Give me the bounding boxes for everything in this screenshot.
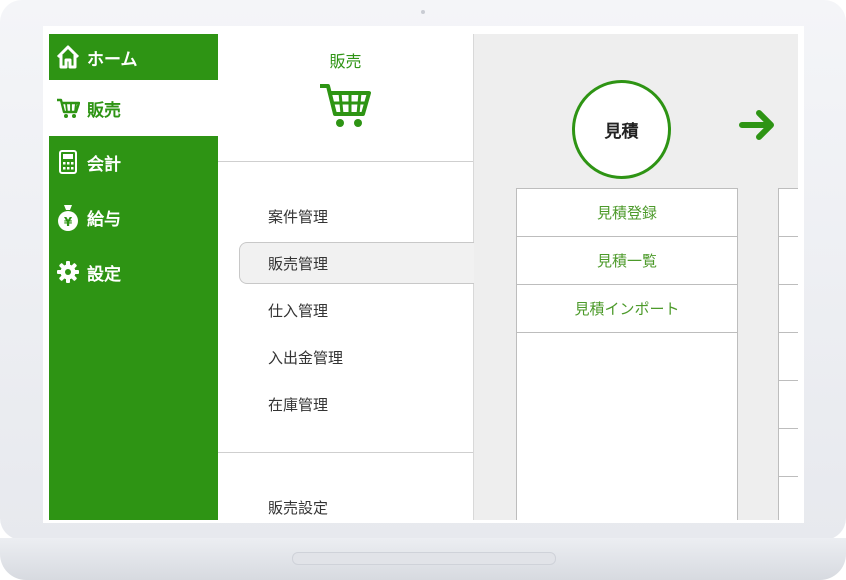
cart-icon	[49, 97, 87, 119]
estimate-register-link[interactable]: 見積登録	[517, 189, 737, 237]
home-icon	[49, 44, 87, 70]
laptop-base-notch	[292, 552, 556, 565]
nav-item-accounting[interactable]: 会計	[49, 139, 218, 185]
nav-item-payroll[interactable]: ¥ 給与	[49, 194, 218, 240]
nav-item-label: 販売	[87, 100, 121, 121]
nav-item-sales[interactable]: 販売	[49, 80, 218, 136]
estimate-list-link[interactable]: 見積一覧	[517, 237, 737, 285]
submenu-item-purchasing[interactable]: 仕入管理	[268, 300, 328, 321]
cart-icon	[318, 80, 372, 134]
camera-dot	[421, 10, 425, 14]
list-item	[779, 189, 798, 237]
nav-item-label: 会計	[87, 154, 121, 175]
nav-item-home[interactable]: ホーム	[49, 34, 218, 80]
submenu-title: 販売	[329, 52, 362, 71]
estimate-import-link[interactable]: 見積インポート	[517, 285, 737, 333]
nav-item-label: 給与	[87, 209, 121, 230]
list-item	[779, 333, 798, 381]
submenu-item-inventory[interactable]: 在庫管理	[268, 394, 328, 415]
list-item	[779, 285, 798, 333]
app-window: ホーム 販売 会計 ¥ 給与 設定 販売 案件管理 販売管理 仕入管理 入出金管…	[49, 34, 798, 520]
step-estimate[interactable]: 見積	[572, 80, 671, 179]
submenu-item-project[interactable]: 案件管理	[268, 206, 328, 227]
gear-icon	[49, 260, 87, 284]
content-panel: 見積 見積登録 見積一覧 見積インポート	[474, 34, 798, 520]
money-bag-icon: ¥	[49, 203, 87, 231]
submenu-item-sales-management[interactable]: 販売管理	[268, 253, 328, 274]
list-item	[779, 429, 798, 477]
divider	[218, 161, 473, 162]
submenu-panel: 販売 案件管理 販売管理 仕入管理 入出金管理 在庫管理 販売設定	[218, 34, 475, 520]
list-item	[779, 381, 798, 429]
nav-item-label: ホーム	[87, 49, 138, 70]
submenu-item-payments[interactable]: 入出金管理	[268, 347, 343, 368]
nav-item-label: 設定	[87, 264, 121, 285]
nav-item-settings[interactable]: 設定	[49, 249, 218, 295]
divider	[218, 452, 473, 453]
estimate-action-list: 見積登録 見積一覧 見積インポート	[516, 188, 738, 520]
svg-text:¥: ¥	[64, 215, 73, 229]
submenu-item-sales-settings[interactable]: 販売設定	[268, 497, 328, 518]
calculator-icon	[49, 150, 87, 174]
next-step-list	[778, 188, 798, 520]
list-item	[779, 237, 798, 285]
main-nav: ホーム 販売 会計 ¥ 給与 設定	[49, 34, 218, 520]
arrow-right-icon	[739, 108, 777, 146]
